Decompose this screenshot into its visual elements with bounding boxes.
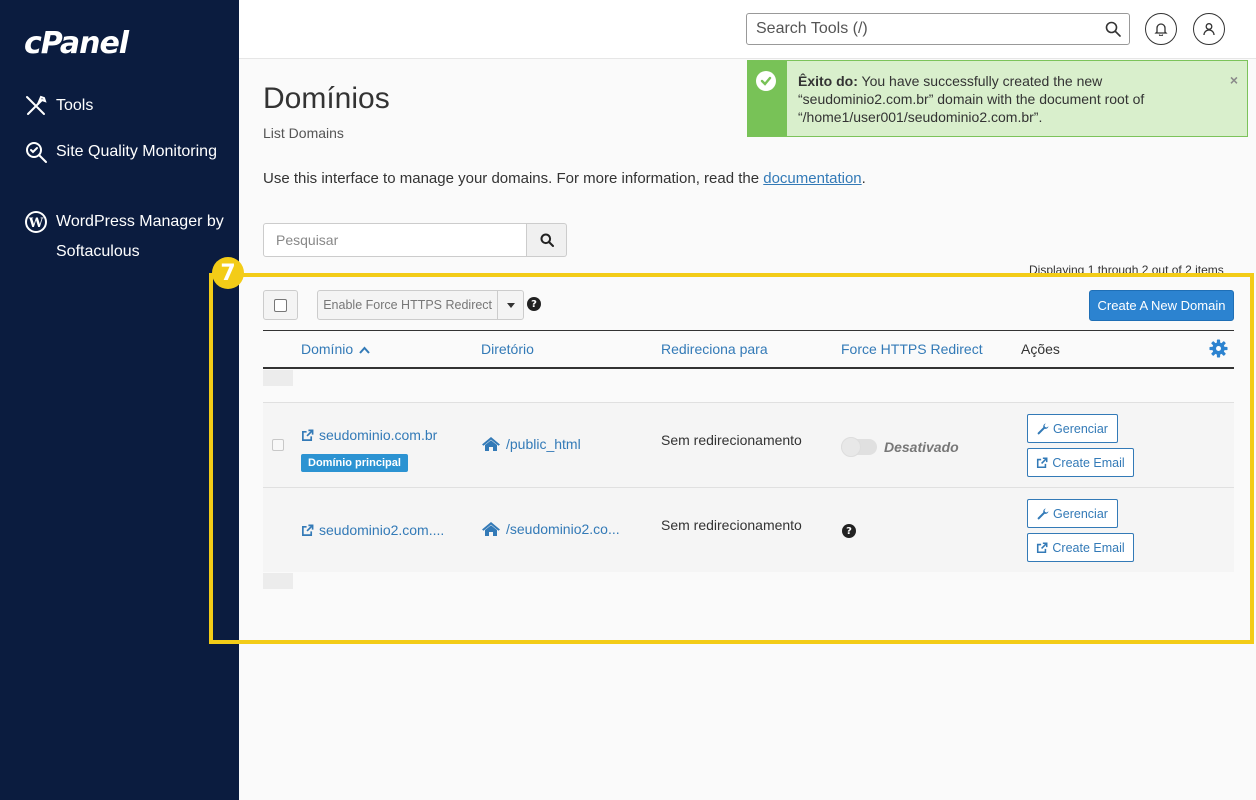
search-tools[interactable] xyxy=(746,13,1130,45)
user-icon xyxy=(1203,23,1215,36)
directory-link[interactable]: /public_html xyxy=(481,436,581,452)
success-alert: Êxito do: You have successfully created … xyxy=(747,60,1248,137)
documentation-link[interactable]: documentation xyxy=(763,170,861,187)
page-subtitle: List Domains xyxy=(263,125,344,141)
check-circle-icon xyxy=(756,71,776,91)
table-row: seudominio2.com.... /seudominio2.co... S… xyxy=(263,487,1234,572)
sidebar-item-site-quality[interactable]: Site Quality Monitoring xyxy=(24,137,224,167)
notifications-button[interactable] xyxy=(1145,13,1177,45)
external-link-icon xyxy=(302,429,314,441)
page-description: Use this interface to manage your domain… xyxy=(263,170,866,187)
https-redirect-label: Enable Force HTTPS Redirect xyxy=(323,298,493,312)
external-link-icon xyxy=(1037,457,1048,468)
sidebar-item-label: Site Quality Monitoring xyxy=(56,143,217,160)
external-link-icon xyxy=(302,524,314,536)
help-icon[interactable]: ? xyxy=(527,297,541,311)
table-spacer xyxy=(263,370,293,386)
help-icon[interactable]: ? xyxy=(842,524,856,538)
close-alert-button[interactable]: × xyxy=(1230,71,1238,89)
column-actions: Ações xyxy=(1021,341,1060,357)
sidebar-item-tools[interactable]: Tools xyxy=(24,91,93,121)
domain-link[interactable]: seudominio2.com.... xyxy=(301,522,444,538)
svg-text:W: W xyxy=(28,216,44,231)
top-bar xyxy=(239,0,1256,59)
redirect-value: Sem redirecionamento xyxy=(661,517,802,533)
create-domain-button[interactable]: Create A New Domain xyxy=(1089,290,1234,321)
search-icon[interactable] xyxy=(1105,21,1121,37)
sidebar-item-wordpress[interactable]: W WordPress Manager by Softaculous xyxy=(24,207,224,267)
table-spacer xyxy=(263,573,293,589)
domain-link[interactable]: seudominio.com.br xyxy=(301,427,437,443)
dropdown-caret-button[interactable] xyxy=(497,291,523,319)
pagination-summary: Displaying 1 through 2 out of 2 items xyxy=(1029,263,1224,277)
external-link-icon xyxy=(1037,542,1048,553)
page-title: Domínios xyxy=(263,82,390,115)
domain-search-input[interactable] xyxy=(263,223,528,257)
wrench-icon xyxy=(1037,423,1049,434)
table-row: seudominio.com.br Domínio principal /pub… xyxy=(263,402,1234,487)
bell-icon xyxy=(1154,23,1168,36)
sort-ascending-icon xyxy=(359,346,370,354)
create-email-button[interactable]: Create Email xyxy=(1027,533,1134,562)
sidebar-item-label: Tools xyxy=(56,97,94,114)
wordpress-icon: W xyxy=(25,211,47,233)
search-icon xyxy=(540,233,554,247)
select-all-checkbox[interactable] xyxy=(263,290,298,320)
home-icon xyxy=(482,437,500,451)
manage-button[interactable]: Gerenciar xyxy=(1027,414,1118,443)
domain-search xyxy=(263,223,567,257)
home-icon xyxy=(482,522,500,536)
wrench-icon xyxy=(1037,508,1049,519)
primary-domain-badge: Domínio principal xyxy=(301,454,408,472)
sidebar: cPanel Tools Site Quality Monitoring W W… xyxy=(0,0,239,800)
row-checkbox[interactable] xyxy=(272,439,284,451)
search-tools-input[interactable] xyxy=(756,20,1096,38)
manage-button[interactable]: Gerenciar xyxy=(1027,499,1118,528)
domain-search-button[interactable] xyxy=(527,223,567,257)
cpanel-logo[interactable]: cPanel xyxy=(24,26,129,61)
create-email-button[interactable]: Create Email xyxy=(1027,448,1134,477)
https-toggle[interactable] xyxy=(841,437,877,457)
gear-icon[interactable] xyxy=(1209,339,1228,358)
sidebar-item-label: WordPress Manager by Softaculous xyxy=(56,213,224,260)
caret-down-icon xyxy=(506,302,515,308)
column-https[interactable]: Force HTTPS Redirect xyxy=(841,341,983,357)
column-domain[interactable]: Domínio xyxy=(301,341,370,357)
table-header: Domínio Diretório Redireciona para Force… xyxy=(263,330,1234,369)
tools-icon xyxy=(26,95,47,115)
column-redirect[interactable]: Redireciona para xyxy=(661,341,768,357)
directory-link[interactable]: /seudominio2.co... xyxy=(481,521,620,537)
redirect-value: Sem redirecionamento xyxy=(661,432,802,448)
column-directory[interactable]: Diretório xyxy=(481,341,534,357)
https-status: Desativado xyxy=(884,439,959,455)
user-menu-button[interactable] xyxy=(1193,13,1225,45)
alert-title: Êxito do: xyxy=(798,73,858,89)
enable-https-redirect-button[interactable]: Enable Force HTTPS Redirect xyxy=(317,290,524,320)
annotation-badge: 7 xyxy=(212,257,244,289)
